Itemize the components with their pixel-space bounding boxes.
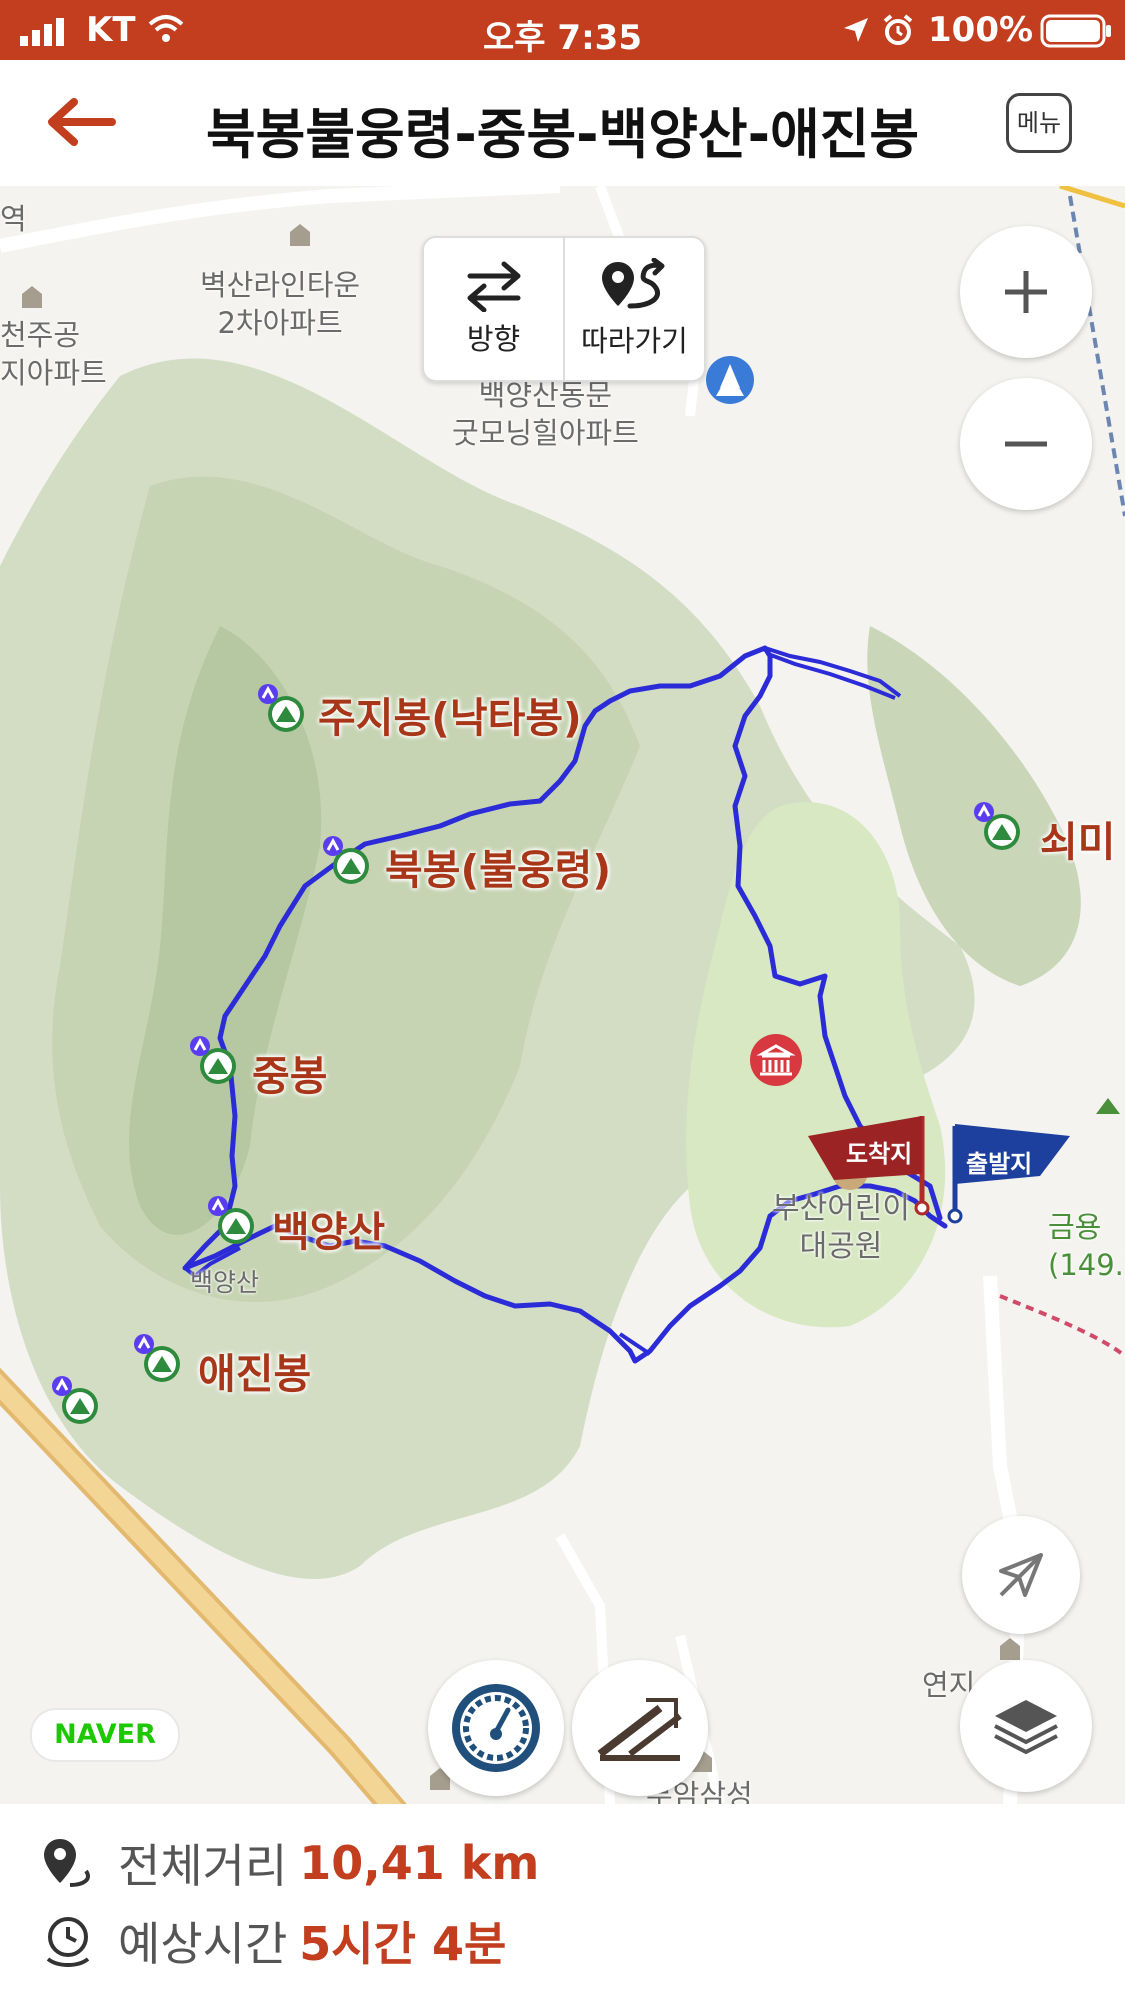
location-arrow-icon	[844, 18, 868, 42]
building-icon	[22, 286, 42, 308]
peak-label[interactable]: 중봉	[252, 1042, 327, 1102]
place-label: 부산어린이 대공원	[772, 1191, 910, 1264]
peak-label[interactable]: 백양산	[272, 1198, 385, 1258]
peak-icon[interactable]	[52, 1376, 100, 1424]
speedometer-icon	[452, 1684, 540, 1772]
zoom-out-button[interactable]	[960, 378, 1092, 510]
naver-attribution: NAVER	[30, 1708, 180, 1762]
building-icon	[290, 224, 310, 246]
alarm-icon	[883, 14, 913, 45]
route-distance-icon	[44, 1839, 90, 1887]
peak-label[interactable]: 쇠미	[1040, 808, 1115, 868]
plus-icon	[1005, 271, 1047, 313]
time-label: 예상시간	[118, 1917, 288, 1971]
location-off-icon	[999, 1553, 1043, 1597]
clock-icon	[46, 1917, 90, 1967]
route-summary: 전체거리 10,41 km 예상시간 5시간 4분	[0, 1804, 1125, 2001]
layers-icon	[994, 1700, 1058, 1755]
place-label: 역	[0, 202, 27, 236]
peak-icon[interactable]	[974, 802, 1022, 850]
time-value: 5시간 4분	[299, 1917, 507, 1971]
battery-percent: 100%	[928, 10, 1034, 50]
direction-button[interactable]: 방향	[424, 238, 563, 380]
page-title: 북봉불웅령-중봉-백양산-애진봉	[205, 103, 920, 166]
battery-icon	[1040, 14, 1111, 48]
peak-icon[interactable]	[190, 1036, 238, 1084]
peak-icon[interactable]	[323, 836, 371, 884]
elevation-icon	[597, 1698, 682, 1761]
map-view[interactable]: 주지봉(낙타봉) 북봉(불웅령) 중봉 백양산 애진봉 쇠미 벽산라인타운 2차아…	[0, 186, 1125, 1804]
end-flag-label: 도착지	[846, 1140, 913, 1168]
peak-icon[interactable]	[258, 684, 306, 732]
menu-button[interactable]: 메뉴	[1006, 93, 1072, 153]
minus-icon	[1005, 441, 1047, 447]
back-arrow-icon[interactable]	[44, 96, 116, 148]
place-label: 금용(149.7	[1048, 1210, 1125, 1282]
distance-label: 전체거리	[118, 1839, 288, 1893]
peak-label[interactable]: 애진봉	[198, 1340, 311, 1400]
zoom-in-button[interactable]	[960, 226, 1092, 358]
map-layers-button[interactable]	[960, 1660, 1092, 1792]
route-controls: 방향 따라가기	[422, 236, 706, 382]
time-row: 예상시간 5시간 4분	[40, 1908, 506, 1974]
speedometer-button[interactable]	[428, 1660, 564, 1796]
status-bar: KT 오후 7:35 100%	[0, 0, 1125, 60]
follow-button[interactable]: 따라가기	[563, 238, 704, 380]
elevation-button[interactable]	[572, 1660, 708, 1796]
route-follow-icon	[601, 258, 664, 309]
peak-icon[interactable]	[134, 1334, 182, 1382]
trail-dashed	[999, 1294, 1125, 1358]
location-off-button[interactable]	[962, 1516, 1080, 1634]
peak-label[interactable]: 북봉(불웅령)	[385, 836, 611, 896]
distance-row: 전체거리 10,41 km	[40, 1830, 539, 1896]
start-flag-label: 출발지	[966, 1150, 1033, 1178]
direction-label: 방향	[466, 322, 521, 356]
distance-value: 10,41 km	[299, 1836, 540, 1890]
nav-bar: 북봉불웅령-중봉-백양산-애진봉 메뉴	[0, 60, 1125, 186]
peak-label[interactable]: 주지봉(낙타봉)	[318, 684, 582, 744]
place-label: 벽산라인타운 2차아파트	[200, 268, 361, 340]
place-label: 천주공 지아파트	[0, 318, 107, 390]
mountain-marker-icon	[1096, 1098, 1120, 1114]
place-label: 백양산	[190, 1268, 260, 1297]
follow-label: 따라가기	[581, 324, 688, 358]
place-label: 백양산동문 굿모닝힐아파트	[452, 378, 639, 450]
swap-arrows-icon	[467, 261, 520, 312]
peak-icon[interactable]	[208, 1196, 256, 1244]
